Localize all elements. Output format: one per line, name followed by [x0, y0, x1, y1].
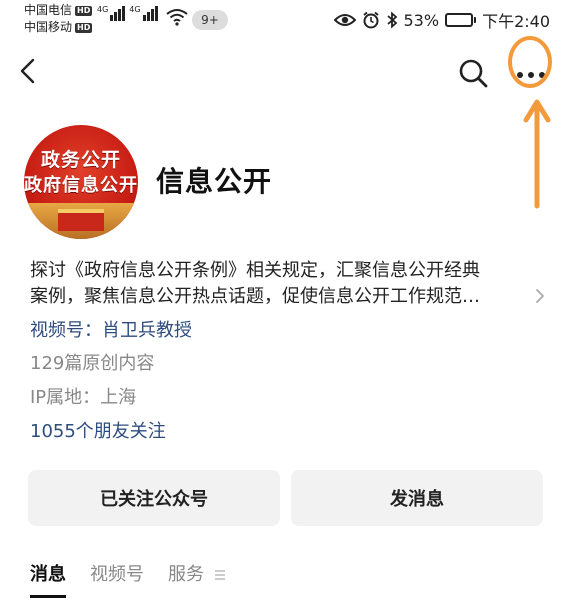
followed-button[interactable]: 已关注公众号	[28, 470, 280, 526]
tab-messages[interactable]: 消息	[30, 560, 66, 598]
eye-icon	[333, 14, 356, 26]
annotation-arrow	[523, 99, 551, 209]
account-description[interactable]: 探讨《政府信息公开条例》相关规定，汇聚信息公开经典 案例，聚焦信息公开热点话题，…	[30, 258, 530, 310]
search-icon[interactable]	[457, 57, 489, 89]
content-tabs: 消息 视频号 服务	[30, 560, 226, 598]
network-type-label: 4G	[97, 5, 109, 14]
tab-services[interactable]: 服务	[168, 560, 226, 586]
original-content-count: 129篇原创内容	[30, 353, 155, 374]
clock-time: 下午2:40	[482, 12, 550, 31]
hd-badge: HD	[75, 5, 93, 16]
nav-bar	[0, 44, 572, 104]
avatar-text-line2: 政府信息公开	[24, 175, 138, 196]
battery-icon	[445, 13, 477, 27]
battery-percent: 53%	[403, 10, 440, 30]
status-bar: 中国电信 HD 中国移动 HD 4G 4G 9+ 53% 下午2:40	[0, 0, 572, 40]
channels-link[interactable]: 视频号：肖卫兵教授	[30, 316, 192, 342]
alarm-icon	[362, 11, 379, 29]
tab-channels[interactable]: 视频号	[90, 560, 144, 586]
send-message-button[interactable]: 发消息	[291, 470, 543, 526]
bluetooth-icon	[386, 11, 397, 29]
description-line-1: 探讨《政府信息公开条例》相关规定，汇聚信息公开经典	[30, 260, 480, 281]
annotation-circle	[508, 36, 552, 88]
avatar[interactable]: 政务公开 政府信息公开	[24, 125, 138, 239]
gate-tower-icon	[58, 209, 104, 231]
chevron-right-icon[interactable]	[533, 287, 547, 305]
ip-location: IP属地：上海	[30, 387, 137, 408]
notification-badge: 9+	[192, 10, 228, 30]
signal-strength-icon: 4G	[97, 5, 126, 21]
signal-strength-icon: 4G	[129, 5, 158, 21]
wifi-icon	[166, 9, 188, 26]
avatar-text-line1: 政务公开	[40, 149, 121, 171]
friends-following-link[interactable]: 1055个朋友关注	[30, 417, 166, 443]
signal-indicators: 4G 4G	[97, 6, 158, 21]
description-line-2: 案例，聚焦信息公开热点话题，促使信息公开工作规范…	[30, 286, 480, 307]
carrier-1-label: 中国电信	[24, 3, 73, 17]
network-type-label: 4G	[129, 5, 141, 14]
tab-services-label: 服务	[168, 564, 204, 585]
menu-icon	[214, 570, 225, 580]
back-icon[interactable]	[14, 56, 44, 86]
account-name: 信息公开	[156, 165, 273, 198]
hd-badge: HD	[75, 22, 93, 33]
status-icons-right: 53% 下午2:40	[333, 8, 550, 32]
carrier-info: 中国电信 HD 中国移动 HD	[24, 2, 93, 36]
carrier-2-label: 中国移动	[24, 20, 73, 34]
